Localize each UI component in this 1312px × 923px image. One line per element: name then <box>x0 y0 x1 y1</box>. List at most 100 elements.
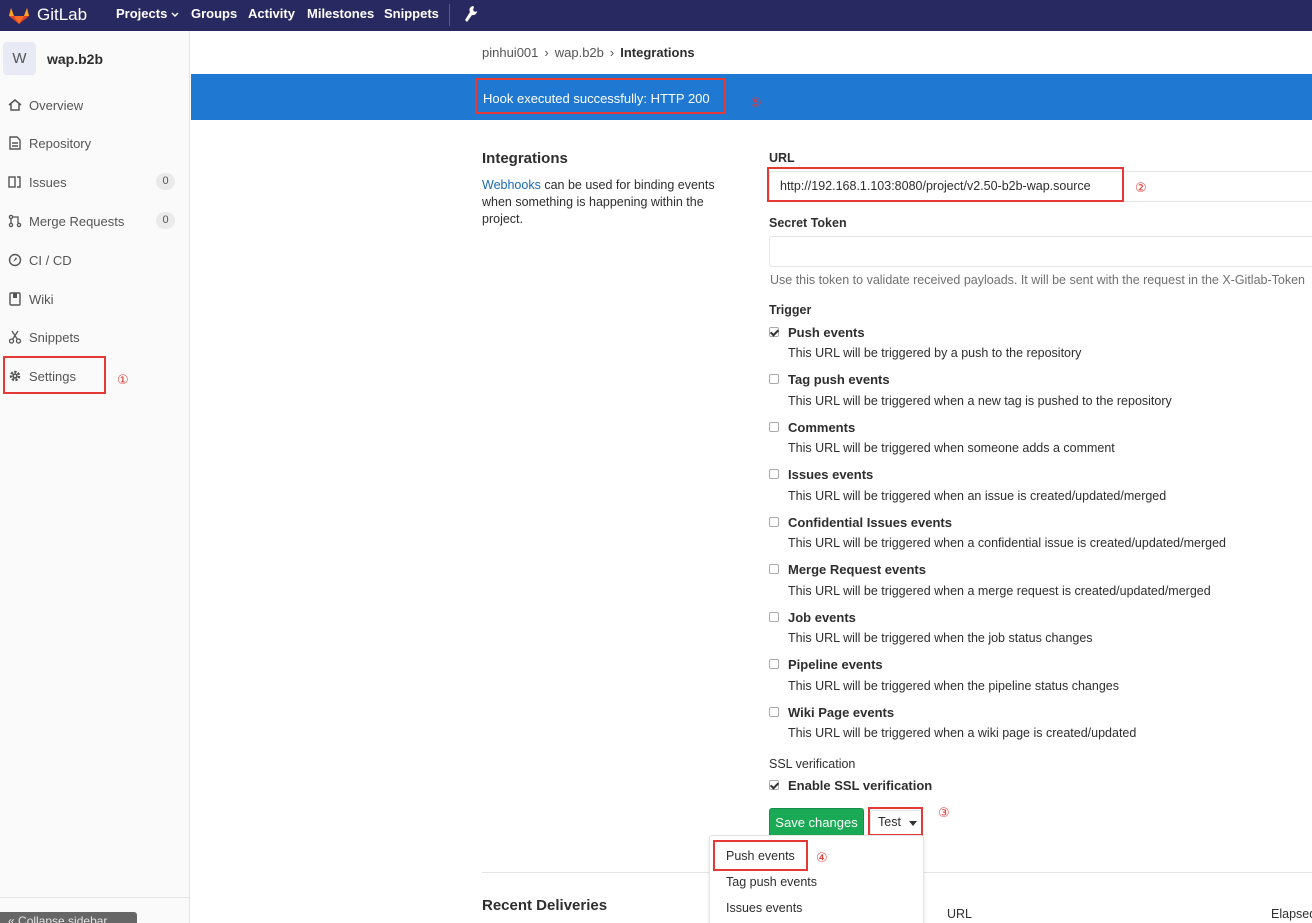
issues-count-badge: 0 <box>156 173 175 190</box>
breadcrumb-project[interactable]: wap.b2b <box>555 45 604 60</box>
annotation-marker-3: ③ <box>938 805 950 820</box>
sidebar-item-ci-cd[interactable]: CI / CD <box>0 246 189 276</box>
breadcrumb-chevron-icon: › <box>609 45 615 60</box>
ssl-verification-label: SSL verification <box>769 757 856 771</box>
integrations-title: Integrations <box>482 150 568 167</box>
secret-token-help: Use this token to validate received payl… <box>770 273 1306 287</box>
breadcrumb-current[interactable]: Integrations <box>620 45 694 60</box>
job-events-label[interactable]: Job events <box>788 610 856 625</box>
rocket-icon <box>8 253 22 267</box>
doc-icon <box>9 136 21 150</box>
column-header-elapsed: Elapsed <box>1271 907 1312 921</box>
annotation-box-settings <box>3 356 106 394</box>
wrench-icon[interactable] <box>464 5 478 23</box>
tag-push-events-desc: This URL will be triggered when a new ta… <box>788 394 1172 408</box>
trigger-label: Trigger <box>769 303 812 317</box>
save-changes-button[interactable]: Save changes <box>769 808 864 838</box>
merge-request-events-desc: This URL will be triggered when a merge … <box>788 584 1211 598</box>
webhooks-link[interactable]: Webhooks <box>482 178 541 192</box>
annotation-marker-5: ⑤ <box>750 95 762 110</box>
nav-activity[interactable]: Activity <box>248 6 295 21</box>
sidebar-item-label: Issues <box>29 175 67 190</box>
project-avatar[interactable]: W <box>3 42 36 75</box>
sidebar-item-label: Overview <box>29 98 84 113</box>
annotation-box-url <box>767 167 1124 202</box>
brand-name[interactable]: GitLab <box>37 5 87 25</box>
sidebar-item-label: Wiki <box>29 292 54 307</box>
secret-token-input[interactable] <box>769 236 1312 267</box>
home-icon <box>8 99 22 111</box>
tag-push-events-checkbox[interactable] <box>769 374 779 384</box>
push-events-label[interactable]: Push events <box>788 325 865 340</box>
job-events-desc: This URL will be triggered when the job … <box>788 631 1093 645</box>
nav-milestones[interactable]: Milestones <box>307 6 374 21</box>
confidential-issues-events-desc: This URL will be triggered when a confid… <box>788 536 1226 550</box>
job-events-checkbox[interactable] <box>769 612 779 622</box>
confidential-issues-events-label[interactable]: Confidential Issues events <box>788 515 952 530</box>
nav-groups[interactable]: Groups <box>191 6 237 21</box>
merge-icon <box>8 214 22 228</box>
wiki-page-events-checkbox[interactable] <box>769 707 779 717</box>
book-icon <box>9 292 21 306</box>
comments-checkbox[interactable] <box>769 422 779 432</box>
sidebar-item-issues[interactable]: Issues 0 <box>0 168 189 198</box>
test-menu-issues-events[interactable]: Issues events <box>726 901 802 915</box>
integrations-description: Webhooks can be used for binding events … <box>482 177 727 228</box>
collapse-sidebar-button[interactable]: « Collapse sidebar <box>0 912 137 923</box>
breadcrumb: pinhui001 › wap.b2b › Integrations <box>482 45 695 60</box>
collapse-sidebar-label: Collapse sidebar <box>18 914 108 923</box>
wiki-page-events-desc: This URL will be triggered when a wiki p… <box>788 726 1137 740</box>
annotation-box-flash <box>475 78 726 114</box>
project-sidebar: W wap.b2b Overview Repository Issues 0 M… <box>0 31 190 923</box>
url-label: URL <box>769 151 795 165</box>
tag-push-events-label[interactable]: Tag push events <box>788 372 890 387</box>
ssl-verification-option[interactable]: Enable SSL verification <box>788 778 932 793</box>
annotation-marker-1: ① <box>117 372 129 387</box>
chevron-down-icon <box>171 12 179 17</box>
comments-desc: This URL will be triggered when someone … <box>788 441 1115 455</box>
confidential-issues-events-checkbox[interactable] <box>769 517 779 527</box>
issues-events-label[interactable]: Issues events <box>788 467 873 482</box>
breadcrumb-group[interactable]: pinhui001 <box>482 45 538 60</box>
annotation-marker-2: ② <box>1135 180 1147 195</box>
double-chevron-left-icon: « <box>8 914 15 923</box>
sidebar-item-label: Repository <box>29 136 92 151</box>
nav-snippets[interactable]: Snippets <box>384 6 439 21</box>
push-events-desc: This URL will be triggered by a push to … <box>788 346 1082 360</box>
test-menu-tag-push-events[interactable]: Tag push events <box>726 875 817 889</box>
pipeline-events-checkbox[interactable] <box>769 659 779 669</box>
annotation-box-push-events <box>713 840 808 871</box>
issues-events-desc: This URL will be triggered when an issue… <box>788 489 1167 503</box>
merge-request-events-checkbox[interactable] <box>769 564 779 574</box>
sidebar-item-snippets[interactable]: Snippets <box>0 323 189 353</box>
sidebar-divider <box>0 897 189 898</box>
secret-token-label: Secret Token <box>769 216 847 230</box>
column-header-url: URL <box>947 907 973 921</box>
annotation-marker-4: ④ <box>816 850 828 865</box>
ssl-verification-checkbox[interactable] <box>769 780 779 790</box>
project-name[interactable]: wap.b2b <box>47 51 103 67</box>
merge-request-events-label[interactable]: Merge Request events <box>788 562 926 577</box>
issues-events-checkbox[interactable] <box>769 469 779 479</box>
scissors-icon <box>8 330 22 344</box>
sidebar-item-label: CI / CD <box>29 253 72 268</box>
top-navbar: GitLab Projects Groups Activity Mileston… <box>0 0 1312 31</box>
breadcrumb-chevron-icon: › <box>544 45 549 60</box>
sidebar-item-wiki[interactable]: Wiki <box>0 285 189 315</box>
pipeline-events-label[interactable]: Pipeline events <box>788 657 883 672</box>
sidebar-item-merge-requests[interactable]: Merge Requests 0 <box>0 207 189 237</box>
sidebar-item-overview[interactable]: Overview <box>0 91 189 121</box>
push-events-checkbox[interactable] <box>769 327 779 337</box>
sidebar-item-label: Snippets <box>29 330 80 345</box>
nav-divider <box>449 4 450 26</box>
nav-projects[interactable]: Projects <box>116 6 179 21</box>
pipeline-events-desc: This URL will be triggered when the pipe… <box>788 679 1119 693</box>
recent-deliveries-title: Recent Deliveries <box>482 897 608 914</box>
wiki-page-events-label[interactable]: Wiki Page events <box>788 705 894 720</box>
comments-label[interactable]: Comments <box>788 420 855 435</box>
sidebar-item-repository[interactable]: Repository <box>0 129 189 159</box>
merge-requests-count-badge: 0 <box>156 212 175 229</box>
sidebar-item-label: Merge Requests <box>29 214 125 229</box>
issues-icon <box>8 176 21 188</box>
gitlab-logo-icon[interactable] <box>8 5 30 25</box>
